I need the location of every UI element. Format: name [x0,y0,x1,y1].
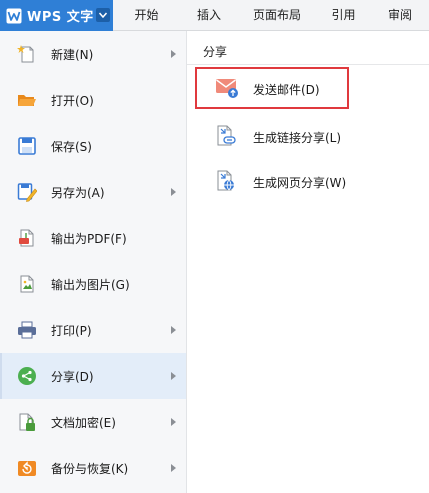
file-menu: 新建(N) 打开(O) 保存(S) 另存为(A) 输出为PDF(F) 输出为图片… [0,31,187,493]
menu-item-label: 分享(D) [51,370,94,384]
tab-insert[interactable]: 插入 [180,0,238,31]
menu-item-label: 新建(N) [51,48,94,62]
menu-item-export-pdf[interactable]: 输出为PDF(F) [0,215,186,261]
share-submenu-panel: 分享 发送邮件(D) 生成链接分享(L) 生成网页分享(W) [187,31,429,493]
share-item-label: 发送邮件(D) [253,83,320,97]
menu-item-label: 输出为PDF(F) [51,232,127,246]
tab-references[interactable]: 引用 [316,0,371,31]
menu-item-save-as[interactable]: 另存为(A) [0,169,186,215]
share-item-label: 生成网页分享(W) [253,176,347,190]
backup-restore-icon [17,458,37,478]
menu-item-save[interactable]: 保存(S) [0,123,186,169]
submenu-arrow-icon [171,372,176,380]
share-panel-header: 分享 [203,45,228,59]
folder-open-icon [17,90,37,110]
menu-item-backup-restore[interactable]: 备份与恢复(K) [0,445,186,491]
menu-item-label: 打开(O) [51,94,94,108]
ribbon-tabs: 开始 插入 页面布局 引用 审阅 [113,0,429,31]
submenu-arrow-icon [171,50,176,58]
wps-logo-icon [6,8,22,24]
menu-item-label: 保存(S) [51,140,92,154]
save-icon [17,136,37,156]
submenu-arrow-icon [171,188,176,196]
menu-item-export-image[interactable]: 输出为图片(G) [0,261,186,307]
submenu-arrow-icon [171,326,176,334]
menu-item-label: 备份与恢复(K) [51,462,129,476]
share-icon [17,366,37,386]
new-document-icon [17,44,37,64]
menu-item-label: 文档加密(E) [51,416,116,430]
encrypt-document-icon [17,412,37,432]
export-image-icon [17,274,37,294]
menu-item-label: 打印(P) [51,324,92,338]
export-pdf-icon [17,228,37,248]
share-item-label: 生成链接分享(L) [253,131,342,145]
menu-item-label: 另存为(A) [51,186,105,200]
email-send-icon [215,77,239,99]
panel-divider [187,64,429,65]
menu-item-print[interactable]: 打印(P) [0,307,186,353]
menu-item-share[interactable]: 分享(D) [0,353,186,399]
menu-item-encrypt[interactable]: 文档加密(E) [0,399,186,445]
app-title: WPS 文字 [27,10,94,25]
send-email-button[interactable]: 发送邮件(D) [195,67,349,109]
chevron-down-icon[interactable] [96,8,110,22]
submenu-arrow-icon [171,418,176,426]
link-share-button[interactable]: 生成链接分享(L) [197,117,347,155]
wps-app-menu-button[interactable]: WPS 文字 [0,0,113,31]
print-icon [17,320,37,340]
menu-item-open[interactable]: 打开(O) [0,77,186,123]
menu-item-label: 输出为图片(G) [51,278,130,292]
webpage-share-icon [215,170,239,192]
webpage-share-button[interactable]: 生成网页分享(W) [197,162,347,200]
submenu-arrow-icon [171,464,176,472]
link-share-icon [215,125,239,147]
save-as-icon [17,182,38,202]
menu-item-new[interactable]: 新建(N) [0,31,186,77]
tab-home[interactable]: 开始 [113,0,180,31]
tab-page-layout[interactable]: 页面布局 [238,0,316,31]
ribbon-bar: WPS 文字 开始 插入 页面布局 引用 审阅 [0,0,429,31]
tab-review[interactable]: 审阅 [371,0,429,31]
